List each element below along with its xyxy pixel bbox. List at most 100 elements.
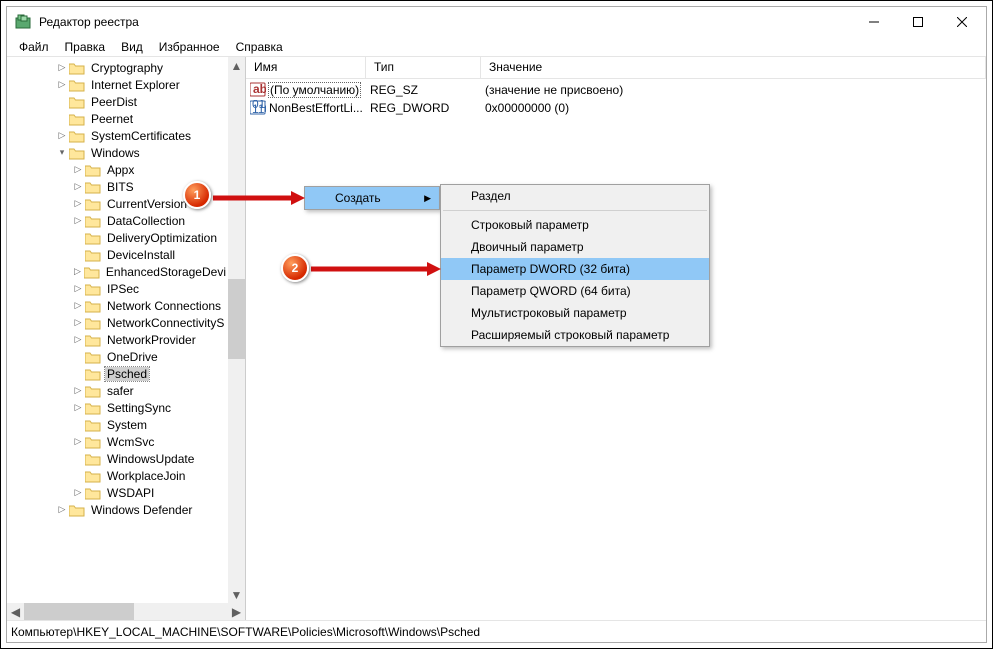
titlebar[interactable]: Редактор реестра bbox=[7, 7, 986, 37]
tree-item-label: IPSec bbox=[105, 282, 141, 296]
tree[interactable]: ▷ Cryptography▷Internet ExplorerPeerDist P… bbox=[7, 57, 228, 603]
menu-help[interactable]: Справка bbox=[228, 38, 291, 56]
tree-item[interactable]: ▷WcmSvc bbox=[7, 433, 228, 450]
tree-item[interactable]: ▷ EnhancedStorageDevi bbox=[7, 263, 228, 280]
tree-item[interactable]: ▷DataCollection bbox=[7, 212, 228, 229]
menu-item-label: Параметр QWORD (64 бита) bbox=[471, 284, 631, 298]
context-menu-create[interactable]: Создать ▶ bbox=[305, 187, 439, 209]
column-type[interactable]: Тип bbox=[366, 57, 481, 78]
maximize-button[interactable] bbox=[896, 8, 940, 36]
expand-icon[interactable]: ▷ bbox=[71, 402, 85, 413]
expand-icon[interactable]: ▷ bbox=[71, 266, 84, 277]
minimize-button[interactable] bbox=[852, 8, 896, 36]
tree-item[interactable]: ▷safer bbox=[7, 382, 228, 399]
expand-icon[interactable]: ▷ bbox=[71, 198, 85, 209]
submenu-dword[interactable]: Параметр DWORD (32 бита) bbox=[441, 258, 709, 280]
tree-item[interactable]: ▷ NetworkProvider bbox=[7, 331, 228, 348]
tree-item[interactable]: DeviceInstall bbox=[7, 246, 228, 263]
app-icon bbox=[15, 14, 31, 30]
menu-view[interactable]: Вид bbox=[113, 38, 151, 56]
expand-icon[interactable]: ▷ bbox=[71, 300, 85, 311]
expand-icon[interactable]: ▷ bbox=[71, 317, 85, 328]
submenu-binary[interactable]: Двоичный параметр bbox=[441, 236, 709, 258]
annotation-marker-1: 1 bbox=[183, 181, 211, 209]
scroll-right-button[interactable]: ▶ bbox=[228, 603, 245, 620]
submenu-expandstring[interactable]: Расширяемый строковый параметр bbox=[441, 324, 709, 346]
close-button[interactable] bbox=[940, 8, 984, 36]
submenu-string[interactable]: Строковый параметр bbox=[441, 214, 709, 236]
tree-item[interactable]: DeliveryOptimization bbox=[7, 229, 228, 246]
scroll-thumb[interactable] bbox=[228, 279, 245, 359]
scroll-up-button[interactable]: ▲ bbox=[228, 57, 245, 74]
tree-item[interactable]: PeerDist bbox=[7, 93, 228, 110]
list-row[interactable]: NonBestEffortLi...REG_DWORD0x00000000 (0… bbox=[246, 99, 986, 117]
tree-item[interactable]: ▷ Cryptography bbox=[7, 59, 228, 76]
tree-item[interactable]: OneDrive bbox=[7, 348, 228, 365]
tree-item-label: Peernet bbox=[89, 112, 135, 126]
tree-item[interactable]: ▷ WSDAPI bbox=[7, 484, 228, 501]
tree-item[interactable]: ▷Appx bbox=[7, 161, 228, 178]
tree-item[interactable]: System bbox=[7, 416, 228, 433]
tree-item[interactable]: ▷ IPSec bbox=[7, 280, 228, 297]
list-body[interactable]: (По умолчанию)REG_SZ(значение не присвое… bbox=[246, 79, 986, 117]
tree-item-label: WSDAPI bbox=[105, 486, 156, 500]
tree-item-label: NetworkProvider bbox=[105, 333, 198, 347]
tree-item-label: DeliveryOptimization bbox=[105, 231, 219, 245]
tree-item-label: DeviceInstall bbox=[105, 248, 177, 262]
tree-item-label: System bbox=[105, 418, 149, 432]
expand-icon[interactable]: ▷ bbox=[71, 164, 85, 175]
submenu-qword[interactable]: Параметр QWORD (64 бита) bbox=[441, 280, 709, 302]
expand-icon[interactable]: ▷ bbox=[71, 181, 85, 192]
tree-item[interactable]: ▷ Network Connections bbox=[7, 297, 228, 314]
expand-icon[interactable]: ▷ bbox=[71, 487, 85, 498]
folder-icon bbox=[85, 248, 101, 262]
column-name[interactable]: Имя bbox=[246, 57, 366, 78]
folder-icon bbox=[85, 384, 101, 398]
tree-vertical-scrollbar[interactable]: ▲ ▼ bbox=[228, 57, 245, 603]
string-value-icon bbox=[250, 82, 266, 98]
scroll-down-button[interactable]: ▼ bbox=[228, 586, 245, 603]
cell-name: NonBestEffortLi... bbox=[246, 100, 366, 116]
tree-item[interactable]: Peernet bbox=[7, 110, 228, 127]
scroll-left-button[interactable]: ◀ bbox=[7, 603, 24, 620]
tree-item[interactable]: WorkplaceJoin bbox=[7, 467, 228, 484]
tree-item-label: WindowsUpdate bbox=[105, 452, 196, 466]
expand-icon[interactable]: ▷ bbox=[55, 62, 69, 73]
expand-icon[interactable]: ▷ bbox=[71, 436, 85, 447]
tree-horizontal-scrollbar[interactable]: ◀ ▶ bbox=[7, 603, 245, 620]
expand-icon[interactable]: ▷ bbox=[71, 283, 85, 294]
tree-item[interactable]: ▷SystemCertificates bbox=[7, 127, 228, 144]
column-value[interactable]: Значение bbox=[481, 57, 986, 78]
context-submenu: Раздел Строковый параметр Двоичный парам… bbox=[440, 184, 710, 347]
tree-item-label: Cryptography bbox=[89, 61, 165, 75]
tree-item-label: Network Connections bbox=[105, 299, 223, 313]
tree-item[interactable]: ▷Internet Explorer bbox=[7, 76, 228, 93]
scroll-thumb[interactable] bbox=[24, 603, 134, 620]
tree-item[interactable]: ▷NetworkConnectivityS bbox=[7, 314, 228, 331]
expand-icon[interactable]: ▷ bbox=[71, 334, 85, 345]
folder-icon bbox=[85, 469, 101, 483]
folder-icon bbox=[85, 214, 101, 228]
value-name: (По умолчанию) bbox=[269, 83, 360, 97]
expand-icon[interactable]: ▷ bbox=[55, 79, 69, 90]
tree-item[interactable]: ▾Windows bbox=[7, 144, 228, 161]
annotation-arrow-2 bbox=[311, 262, 441, 276]
tree-item[interactable]: WindowsUpdate bbox=[7, 450, 228, 467]
tree-item-label: EnhancedStorageDevi bbox=[104, 265, 228, 279]
tree-item[interactable]: Psched bbox=[7, 365, 228, 382]
menu-item-label: Строковый параметр bbox=[471, 218, 589, 232]
submenu-multistring[interactable]: Мультистроковый параметр bbox=[441, 302, 709, 324]
binary-value-icon bbox=[250, 100, 266, 116]
expand-icon[interactable]: ▷ bbox=[71, 215, 85, 226]
collapse-icon[interactable]: ▾ bbox=[55, 147, 69, 158]
submenu-key[interactable]: Раздел bbox=[441, 185, 709, 207]
menu-edit[interactable]: Правка bbox=[57, 38, 114, 56]
menu-file[interactable]: Файл bbox=[11, 38, 57, 56]
expand-icon[interactable]: ▷ bbox=[71, 385, 85, 396]
expand-icon[interactable]: ▷ bbox=[55, 504, 69, 515]
tree-item[interactable]: ▷Windows Defender bbox=[7, 501, 228, 518]
tree-item[interactable]: ▷SettingSync bbox=[7, 399, 228, 416]
list-row[interactable]: (По умолчанию)REG_SZ(значение не присвое… bbox=[246, 81, 986, 99]
menu-favorites[interactable]: Избранное bbox=[151, 38, 228, 56]
expand-icon[interactable]: ▷ bbox=[55, 130, 69, 141]
